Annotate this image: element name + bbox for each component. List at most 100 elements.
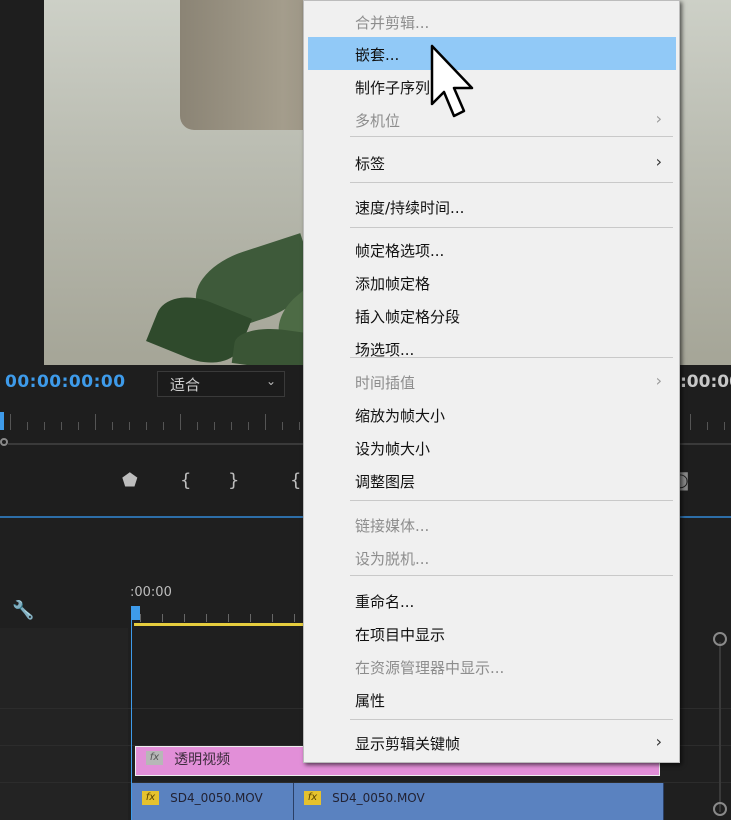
menu-item[interactable]: 添加帧定格 (308, 266, 676, 299)
fx-icon: fx (146, 751, 163, 765)
fit-dropdown[interactable]: 适合 ⌄ (157, 371, 285, 397)
ruler-tick (690, 414, 691, 430)
menu-item[interactable]: 显示剪辑关键帧 › (308, 726, 676, 759)
go-to-in-icon[interactable]: { (290, 470, 301, 491)
menu-item[interactable]: 设为脱机... (308, 541, 676, 574)
ruler-tick (724, 422, 725, 430)
timeline-ruler[interactable] (130, 604, 310, 624)
menu-item[interactable]: 多机位 › (308, 103, 676, 136)
menu-item-label: 帧定格选项... (355, 242, 445, 260)
menu-item[interactable]: 制作子序列 (308, 70, 676, 103)
menu-item[interactable]: 标签 › (308, 146, 676, 179)
timeline-vertical-scrollbar[interactable] (713, 630, 727, 820)
timeline-playhead[interactable] (131, 606, 140, 620)
ruler-tick (231, 422, 232, 430)
scrollbar-track (719, 642, 721, 812)
ruler-tick (197, 422, 198, 430)
menu-item-label: 重命名... (355, 593, 415, 611)
ruler-tick (282, 422, 283, 430)
monitor-timecode[interactable]: 00:00:00:00 (5, 372, 126, 392)
menu-item-label: 调整图层 (355, 473, 416, 491)
ruler-tick (184, 614, 185, 622)
menu-separator (350, 575, 673, 576)
ruler-tick (78, 422, 79, 430)
menu-separator (350, 227, 673, 228)
menu-item-label: 多机位 (355, 112, 401, 130)
clip-label: SD4_0050.MOV (170, 791, 263, 805)
menu-item-label: 链接媒体... (355, 517, 430, 535)
menu-item[interactable]: 合并剪辑... (308, 5, 676, 38)
fit-dropdown-value: 适合 (170, 376, 201, 394)
scrollbar-handle-top[interactable] (713, 632, 727, 646)
fx-icon: fx (304, 791, 321, 805)
menu-item-label: 属性 (355, 692, 386, 710)
ruler-tick (265, 414, 266, 430)
chevron-right-icon: › (655, 109, 662, 128)
menu-separator (350, 500, 673, 501)
monitor-zoom-handle[interactable] (0, 438, 8, 446)
mark-in-icon[interactable]: { (180, 470, 191, 491)
menu-item-label: 缩放为帧大小 (355, 407, 446, 425)
mouse-pointer-icon (430, 44, 474, 118)
ruler-tick (228, 614, 229, 622)
menu-item[interactable]: 速度/持续时间... (308, 190, 676, 223)
menu-item-label: 在项目中显示 (355, 626, 446, 644)
video-clip[interactable]: fx SD4_0050.MOV (294, 783, 664, 820)
ruler-tick (10, 414, 11, 430)
menu-item[interactable]: 场选项... (308, 332, 676, 365)
context-menu: 合并剪辑... 嵌套... 制作子序列多机位 › 标签 › 速度/持续时间... 帧定格选项.… (303, 0, 680, 763)
menu-item-label: 设为帧大小 (355, 440, 431, 458)
menu-separator (350, 136, 673, 137)
wrench-icon[interactable]: 🔧 (12, 600, 34, 621)
menu-item-label: 添加帧定格 (355, 275, 431, 293)
menu-item[interactable]: 在项目中显示 (308, 617, 676, 650)
menu-item[interactable]: 嵌套... (308, 37, 676, 70)
ruler-tick (61, 422, 62, 430)
menu-item-label: 嵌套... (355, 46, 400, 64)
menu-item[interactable]: 链接媒体... (308, 508, 676, 541)
timeline-ruler-timecode: :00:00 (130, 585, 172, 600)
monitor-playhead[interactable] (0, 412, 4, 430)
ruler-tick (112, 422, 113, 430)
menu-item-label: 制作子序列 (355, 79, 431, 97)
menu-item[interactable]: 缩放为帧大小 (308, 398, 676, 431)
menu-item[interactable]: 调整图层 (308, 464, 676, 497)
ruler-tick (146, 422, 147, 430)
ruler-tick (248, 422, 249, 430)
menu-item-label: 在资源管理器中显示... (355, 659, 505, 677)
menu-item[interactable]: 在资源管理器中显示... (308, 650, 676, 683)
ruler-tick (162, 614, 163, 622)
ruler-tick (294, 614, 295, 622)
work-area-bar[interactable] (134, 623, 310, 626)
add-marker-icon[interactable]: ⬟ (122, 470, 138, 491)
monitor-duration-timecode: :00:00 (680, 372, 731, 392)
menu-item[interactable]: 重命名... (308, 584, 676, 617)
menu-item[interactable]: 插入帧定格分段 (308, 299, 676, 332)
menu-item-label: 速度/持续时间... (355, 199, 465, 217)
chevron-right-icon: › (655, 371, 662, 390)
ruler-tick (44, 422, 45, 430)
clip-label: 透明视频 (174, 752, 231, 768)
mark-out-icon[interactable]: } (228, 470, 239, 491)
menu-item[interactable]: 属性 (308, 683, 676, 716)
menu-item[interactable]: 设为帧大小 (308, 431, 676, 464)
menu-item-label: 设为脱机... (355, 550, 430, 568)
ruler-tick (95, 414, 96, 430)
ruler-tick (163, 422, 164, 430)
menu-item-label: 插入帧定格分段 (355, 308, 461, 326)
video-clip[interactable]: fx SD4_0050.MOV (132, 783, 294, 820)
menu-item-label: 时间插值 (355, 374, 416, 392)
ruler-tick (129, 422, 130, 430)
menu-item[interactable]: 帧定格选项... (308, 233, 676, 266)
menu-separator (350, 357, 673, 358)
scrollbar-handle-bottom[interactable] (713, 802, 727, 816)
ruler-tick (206, 614, 207, 622)
menu-separator (350, 182, 673, 183)
ruler-tick (707, 422, 708, 430)
ruler-tick (272, 614, 273, 622)
ruler-tick (214, 422, 215, 430)
menu-item[interactable]: 时间插值 › (308, 365, 676, 398)
track-headers (0, 628, 128, 820)
ruler-tick (299, 422, 300, 430)
chevron-right-icon: › (655, 732, 662, 751)
